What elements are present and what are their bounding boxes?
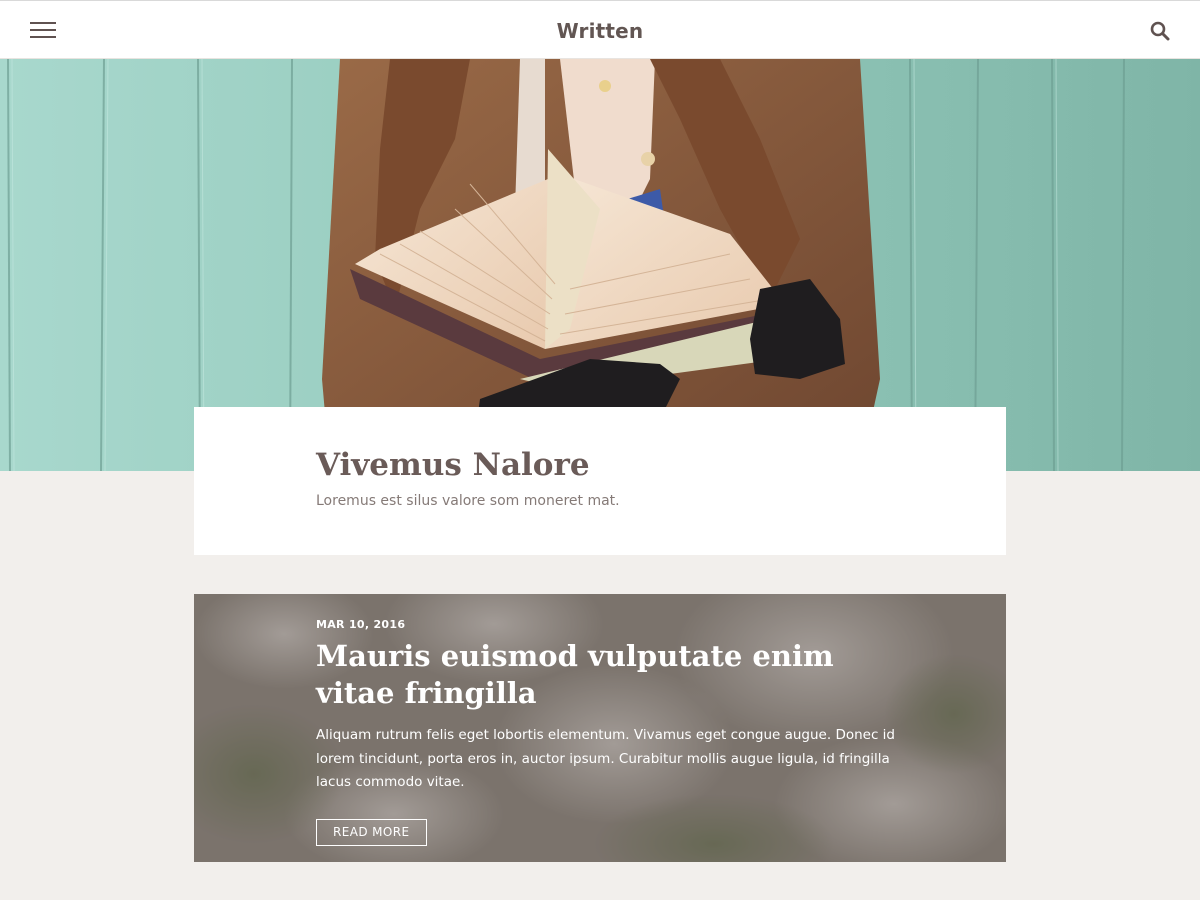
post-title-link[interactable]: Mauris euismod vulputate enim vitae frin… (316, 639, 834, 710)
search-icon[interactable] (1150, 21, 1170, 41)
intro-card: Vivemus Nalore Loremus est silus valore … (194, 407, 1006, 555)
post-excerpt: Aliquam rutrum felis eget lobortis eleme… (316, 727, 895, 790)
site-title[interactable]: Written (0, 19, 1200, 43)
read-more-button[interactable]: READ MORE (316, 819, 427, 846)
intro-title: Vivemus Nalore (316, 447, 590, 483)
featured-post[interactable]: MAR 10, 2016 Mauris euismod vulputate en… (194, 594, 1006, 862)
post-date: MAR 10, 2016 (316, 618, 406, 631)
intro-subtitle: Loremus est silus valore som moneret mat… (316, 493, 620, 509)
site-header: Written (0, 0, 1200, 59)
post-title: Mauris euismod vulputate enim vitae frin… (316, 638, 876, 712)
